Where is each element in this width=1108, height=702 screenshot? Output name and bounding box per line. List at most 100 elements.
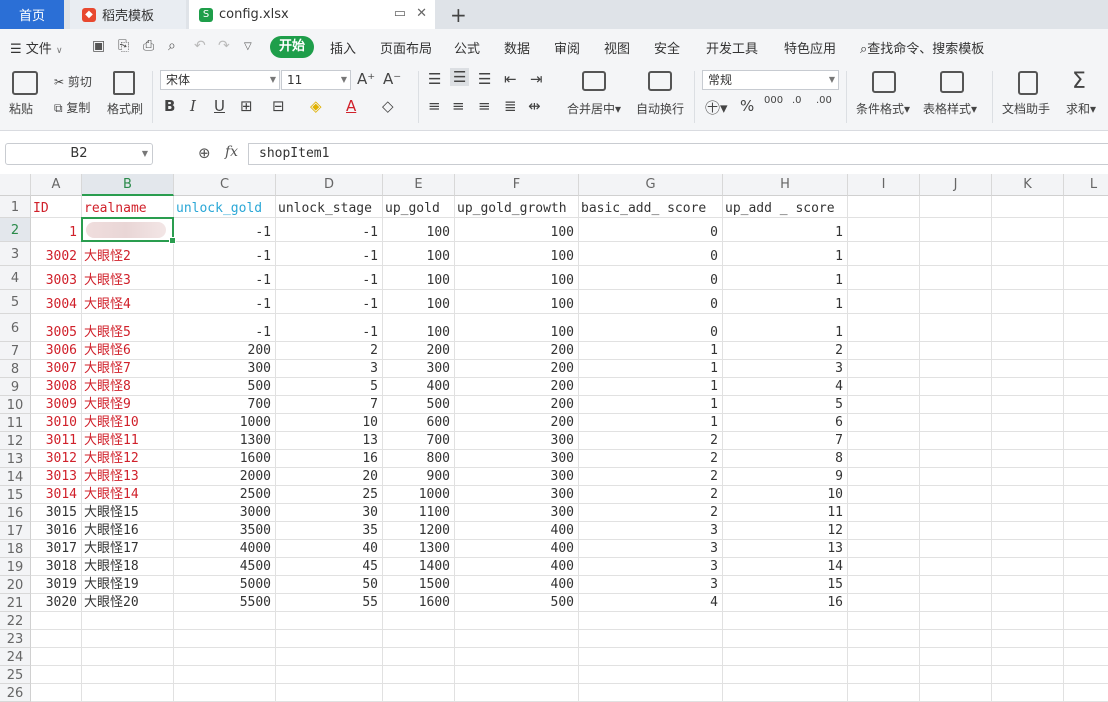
cell[interactable]: [579, 648, 723, 666]
font-color-icon[interactable]: A: [346, 97, 356, 115]
cell[interactable]: 200: [174, 342, 276, 360]
cell[interactable]: [848, 684, 920, 702]
menu-security[interactable]: 安全: [654, 38, 680, 57]
doc-helper-icon[interactable]: [1018, 71, 1038, 95]
cell[interactable]: [455, 684, 579, 702]
cell[interactable]: [992, 314, 1064, 342]
cell[interactable]: 30: [276, 504, 383, 522]
cell[interactable]: 2000: [174, 468, 276, 486]
cell[interactable]: [920, 630, 992, 648]
tab-config-file[interactable]: S config.xlsx ▭ ✕: [189, 0, 435, 29]
cell[interactable]: 9: [723, 468, 848, 486]
cell[interactable]: [992, 576, 1064, 594]
cell[interactable]: -1: [276, 314, 383, 342]
cell[interactable]: [383, 630, 455, 648]
row-header[interactable]: 6: [0, 314, 31, 342]
cell[interactable]: [1064, 342, 1108, 360]
cell[interactable]: 大眼怪9: [82, 396, 174, 414]
cell[interactable]: 1300: [174, 432, 276, 450]
column-header[interactable]: A: [31, 174, 82, 196]
cell[interactable]: 100: [455, 314, 579, 342]
cell[interactable]: 300: [383, 360, 455, 378]
cell[interactable]: [1064, 666, 1108, 684]
align-left-icon[interactable]: ≡: [428, 97, 441, 115]
cell[interactable]: [848, 540, 920, 558]
cell[interactable]: 1: [579, 342, 723, 360]
cell[interactable]: [723, 666, 848, 684]
cell[interactable]: 1000: [383, 486, 455, 504]
cell[interactable]: [848, 218, 920, 242]
file-menu[interactable]: ☰ 文件 ∨: [10, 38, 63, 57]
row-header[interactable]: 11: [0, 414, 31, 432]
cell[interactable]: 0: [579, 218, 723, 242]
row-header[interactable]: 2: [0, 218, 31, 242]
cell-style-icon[interactable]: ⊟: [272, 97, 285, 115]
paste-icon[interactable]: [12, 71, 38, 95]
cell[interactable]: unlock_gold: [174, 196, 276, 218]
menu-data[interactable]: 数据: [504, 38, 530, 57]
cell[interactable]: [848, 432, 920, 450]
cell[interactable]: [1064, 486, 1108, 504]
cell[interactable]: 3: [276, 360, 383, 378]
cell[interactable]: [920, 432, 992, 450]
paste-button[interactable]: 粘贴: [9, 100, 33, 117]
cell[interactable]: 13: [723, 540, 848, 558]
cell[interactable]: [82, 630, 174, 648]
cell[interactable]: 大眼怪4: [82, 290, 174, 314]
cell[interactable]: [992, 522, 1064, 540]
cell[interactable]: [1064, 648, 1108, 666]
cell[interactable]: [992, 360, 1064, 378]
cell[interactable]: [276, 612, 383, 630]
cell[interactable]: 4: [723, 378, 848, 396]
export-icon[interactable]: ⎘: [118, 38, 129, 54]
cell[interactable]: 1: [723, 218, 848, 242]
cell[interactable]: 4000: [174, 540, 276, 558]
cell[interactable]: 大眼怪16: [82, 522, 174, 540]
cell[interactable]: [31, 666, 82, 684]
row-header[interactable]: 24: [0, 648, 31, 666]
cell[interactable]: 1: [579, 396, 723, 414]
menu-review[interactable]: 审阅: [554, 38, 580, 57]
cell[interactable]: 2: [579, 486, 723, 504]
menu-insert[interactable]: 插入: [330, 38, 356, 57]
cell[interactable]: [992, 378, 1064, 396]
cell[interactable]: [1064, 450, 1108, 468]
cell[interactable]: [848, 648, 920, 666]
row-header[interactable]: 22: [0, 612, 31, 630]
cell[interactable]: 200: [455, 414, 579, 432]
auto-wrap-button[interactable]: 自动换行: [636, 100, 684, 117]
menu-page-layout[interactable]: 页面布局: [380, 38, 432, 57]
cell[interactable]: 8: [723, 450, 848, 468]
cell[interactable]: [848, 666, 920, 684]
cell[interactable]: 3010: [31, 414, 82, 432]
align-top-icon[interactable]: ☰: [428, 70, 441, 88]
cell[interactable]: 4500: [174, 558, 276, 576]
cell[interactable]: 200: [383, 342, 455, 360]
cell[interactable]: [848, 450, 920, 468]
cell[interactable]: 2: [579, 468, 723, 486]
cell[interactable]: 1600: [174, 450, 276, 468]
cell[interactable]: [1064, 504, 1108, 522]
cell[interactable]: [992, 196, 1064, 218]
cell[interactable]: realname: [82, 196, 174, 218]
cell[interactable]: 55: [276, 594, 383, 612]
cell[interactable]: 1: [723, 266, 848, 290]
column-header[interactable]: C: [174, 174, 276, 196]
cell[interactable]: 3020: [31, 594, 82, 612]
cell[interactable]: [723, 648, 848, 666]
cell[interactable]: 200: [455, 342, 579, 360]
cell[interactable]: [992, 630, 1064, 648]
cell[interactable]: 11: [723, 504, 848, 522]
cell[interactable]: [848, 522, 920, 540]
cell[interactable]: [992, 218, 1064, 242]
row-header[interactable]: 7: [0, 342, 31, 360]
cell[interactable]: up_gold_growth: [455, 196, 579, 218]
cell[interactable]: 1: [723, 314, 848, 342]
cell[interactable]: [992, 342, 1064, 360]
indent-increase-icon[interactable]: ⇥: [530, 70, 543, 88]
cell[interactable]: 100: [383, 218, 455, 242]
cell[interactable]: 2: [276, 342, 383, 360]
cell[interactable]: [848, 314, 920, 342]
menu-dev-tools[interactable]: 开发工具: [706, 38, 758, 57]
cell[interactable]: [992, 242, 1064, 266]
